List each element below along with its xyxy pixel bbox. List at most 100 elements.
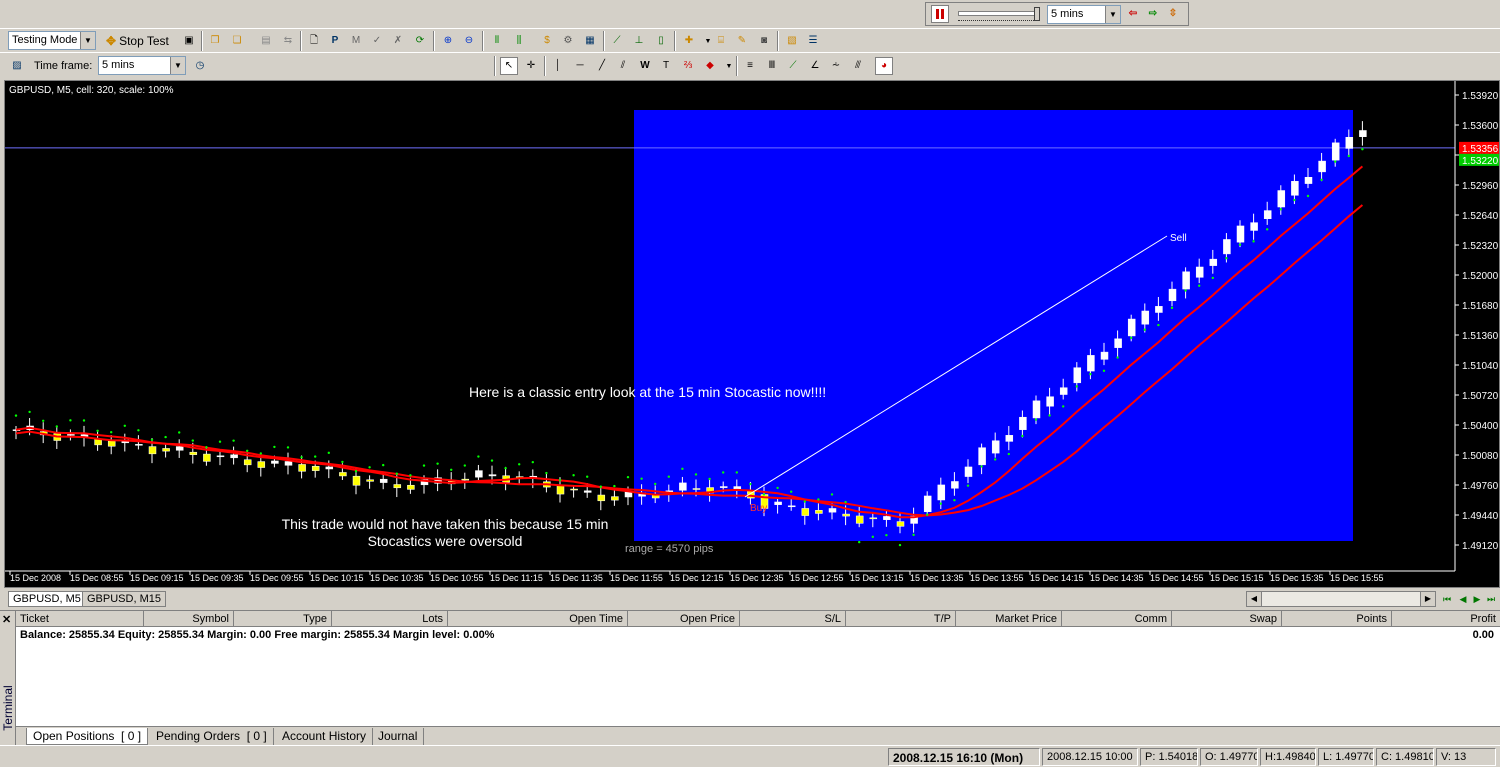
tab-account-history[interactable]: Account History — [276, 728, 374, 745]
clear-icon[interactable]: ✎ — [733, 32, 751, 50]
skip-forward-icon[interactable]: ⇳ — [1164, 5, 1182, 23]
line-chart-icon[interactable]: ⟋ — [608, 32, 626, 50]
elliott-icon[interactable]: ⅔ — [679, 57, 697, 75]
ask-price-label: 1.53220 — [1462, 156, 1499, 167]
tab-open-positions[interactable]: Open Positions [ 0 ] — [26, 728, 149, 745]
skip-back-icon[interactable]: ⇦ — [1124, 5, 1142, 23]
vertical-line-icon[interactable]: │ — [549, 57, 567, 75]
chart-horizontal-scrollbar[interactable]: ◀ ▶ — [1246, 591, 1436, 607]
balance-row[interactable]: Balance: 25855.34 Equity: 25855.34 Margi… — [16, 628, 1500, 643]
templates-icon[interactable]: ▦ — [581, 32, 599, 50]
print-preview-icon[interactable]: P — [326, 32, 344, 50]
zoom-in-icon[interactable]: ⊕ — [439, 32, 457, 50]
col-sl[interactable]: S/L — [740, 611, 846, 627]
navigator-icon[interactable]: ⇆ — [279, 32, 297, 50]
sar-dot — [1157, 323, 1160, 327]
col-open-time[interactable]: Open Time — [448, 611, 628, 627]
magnet-icon[interactable]: ◕ — [875, 57, 893, 75]
pitchfork-icon[interactable]: ⩪ — [827, 57, 845, 75]
candle-up — [1087, 355, 1095, 372]
tab-gbpusd-m15[interactable]: GBPUSD, M15 — [82, 591, 166, 607]
col-tp[interactable]: T/P — [846, 611, 956, 627]
col-points[interactable]: Points — [1282, 611, 1392, 627]
list-icon[interactable]: ≡ — [741, 57, 759, 75]
new-doc-icon[interactable]: 🗋 — [305, 32, 323, 50]
chart-settings-icon[interactable]: ▨ — [8, 57, 26, 75]
timeframe-select[interactable]: 5 mins ▼ — [98, 56, 186, 75]
col-lots[interactable]: Lots — [332, 611, 448, 627]
terminal-icon[interactable]: ☰ — [804, 32, 822, 50]
cursor-icon[interactable]: ↖ — [500, 57, 518, 75]
close-doc-icon[interactable]: ✗ — [389, 32, 407, 50]
close-icon[interactable]: ✕ — [2, 613, 11, 626]
candle-up — [1168, 288, 1177, 302]
scroll-end-icon[interactable]: ⏭ — [1482, 590, 1500, 608]
bar-chart-icon[interactable]: ⊥ — [630, 32, 648, 50]
candle-up — [475, 470, 483, 478]
tester-icon[interactable]: ▧ — [783, 32, 801, 50]
trendline-icon[interactable]: ╱ — [593, 57, 611, 75]
market-watch-icon[interactable]: ▤ — [257, 32, 275, 50]
parallel-icon[interactable]: ⫻ — [849, 57, 867, 75]
col-comm[interactable]: Comm — [1062, 611, 1172, 627]
sar-dot — [817, 498, 820, 501]
scroll-right-icon[interactable]: ▶ — [1420, 592, 1435, 606]
tab-gbpusd-m5[interactable]: GBPUSD, M5 — [8, 591, 86, 607]
new-window-icon[interactable]: ❐ — [206, 32, 224, 50]
channel-icon[interactable]: ⫽ — [614, 57, 632, 75]
shapes-icon[interactable]: ◆ — [701, 57, 719, 75]
tab-journal[interactable]: Journal — [372, 728, 425, 745]
col-market-price[interactable]: Market Price — [956, 611, 1062, 627]
sar-dot — [327, 451, 330, 455]
profiles-icon[interactable]: ❏ — [228, 32, 246, 50]
speed-period-select[interactable]: 5 mins ▼ — [1047, 5, 1121, 24]
zoom-out-icon[interactable]: ⊖ — [460, 32, 478, 50]
options-icon[interactable]: ⚙ — [559, 32, 577, 50]
expert-advisor-icon[interactable]: $ — [538, 32, 556, 50]
new-order-icon[interactable]: ✚ — [680, 32, 698, 50]
candle-up — [1345, 137, 1354, 149]
candle-down — [257, 461, 266, 468]
clock-icon[interactable]: ◷ — [191, 57, 209, 75]
sar-dot — [69, 419, 72, 422]
speed-slider[interactable] — [958, 7, 1040, 21]
candle-up — [1223, 239, 1231, 255]
sar-dot — [246, 449, 249, 452]
sar-dot — [150, 438, 154, 441]
col-open-price[interactable]: Open Price — [628, 611, 740, 627]
col-type[interactable]: Type — [234, 611, 332, 627]
sar-dot — [1279, 208, 1283, 211]
col-symbol[interactable]: Symbol — [144, 611, 234, 627]
stop-test-button[interactable]: ✥ Stop Test — [102, 31, 173, 50]
scroll-left-icon[interactable]: ◀ — [1247, 592, 1262, 606]
check-icon[interactable]: ✓ — [368, 32, 386, 50]
pause-button[interactable] — [931, 5, 949, 23]
mode-select[interactable]: Testing Mode ▼ — [8, 31, 96, 50]
cascade-icon[interactable]: ⫼ — [510, 32, 528, 50]
mail-icon[interactable]: M — [347, 32, 365, 50]
candle-down — [107, 440, 116, 447]
regression-icon[interactable]: ⟋ — [784, 57, 802, 75]
fan-icon[interactable]: ∠ — [806, 57, 824, 75]
sar-dot — [1293, 198, 1296, 202]
col-profit[interactable]: Profit — [1392, 611, 1500, 627]
col-swap[interactable]: Swap — [1172, 611, 1282, 627]
price-chart[interactable]: 1.539201.536001.532801.529601.526401.523… — [4, 80, 1500, 588]
refresh-icon[interactable]: ⟳ — [411, 32, 429, 50]
tile-windows-icon[interactable]: ⫴ — [488, 32, 506, 50]
step-icon[interactable]: ⇨ — [1144, 5, 1162, 23]
crosshair-icon[interactable]: ✛ — [522, 57, 540, 75]
fibonacci-icon[interactable]: W — [636, 57, 654, 75]
candle-up — [488, 474, 497, 477]
horizontal-line-icon[interactable]: ─ — [571, 57, 589, 75]
tab-pending-orders[interactable]: Pending Orders [ 0 ] — [150, 728, 274, 745]
col-ticket[interactable]: Ticket — [16, 611, 144, 627]
candlestick-chart-icon[interactable]: ▯ — [652, 32, 670, 50]
periods-icon[interactable]: Ⅲ — [763, 57, 781, 75]
speed-slider-thumb[interactable] — [1034, 7, 1040, 21]
properties-icon[interactable]: ▣ — [180, 32, 198, 50]
history-icon[interactable]: ⌸ — [712, 32, 730, 50]
time-label: 15 Dec 11:55 — [610, 573, 663, 583]
screenshot-icon[interactable]: ◙ — [755, 32, 773, 50]
gann-icon[interactable]: T — [657, 57, 675, 75]
